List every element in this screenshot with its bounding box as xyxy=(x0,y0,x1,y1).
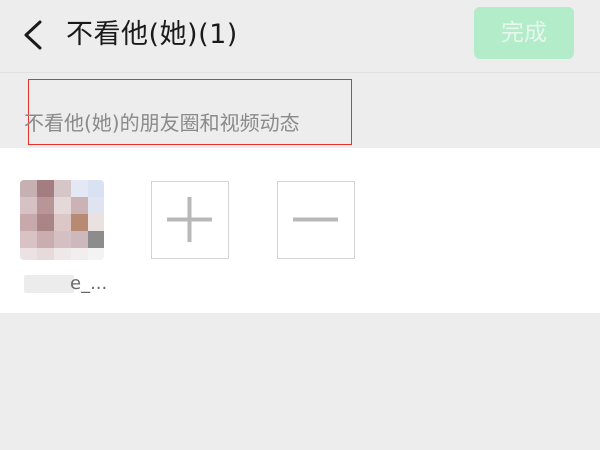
screen: 不看他(她)(1) 完成 不看他(她)的朋友圈和视频动态 e_... xyxy=(0,0,600,450)
page-title: 不看他(她)(1) xyxy=(66,19,238,50)
member-name: e_... xyxy=(70,273,108,294)
minus-icon xyxy=(293,217,338,222)
back-button[interactable] xyxy=(18,16,52,54)
chevron-left-icon xyxy=(24,20,42,50)
add-member-button[interactable] xyxy=(151,181,229,259)
done-button[interactable]: 完成 xyxy=(474,7,574,59)
remove-member-button[interactable] xyxy=(277,181,355,259)
member-item[interactable]: e_... xyxy=(20,180,107,294)
member-grid: e_... xyxy=(0,148,600,313)
header-bar: 不看他(她)(1) 完成 xyxy=(0,0,600,73)
section-hint-text: 不看他(她)的朋友圈和视频动态 xyxy=(24,111,300,135)
name-blur xyxy=(24,275,74,293)
section-header: 不看他(她)的朋友圈和视频动态 xyxy=(0,73,600,147)
plus-icon xyxy=(167,197,212,242)
avatar xyxy=(20,180,104,260)
